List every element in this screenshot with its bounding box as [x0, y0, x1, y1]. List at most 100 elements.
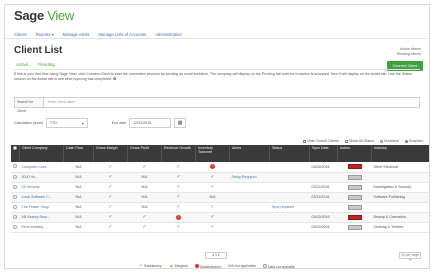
name-cell[interactable]: Computer Cent...: [19, 162, 64, 173]
legend-label: Data not available: [267, 264, 296, 269]
column-header[interactable]: Status: [269, 145, 310, 162]
action-cell: [337, 212, 372, 223]
industry-cell: Beauty & Cosmetics: [371, 212, 429, 223]
row-select-icon[interactable]: [13, 204, 17, 209]
cash-cell: N/A: [63, 162, 94, 173]
row-select-cell: [11, 202, 20, 213]
cash-cell: N/A: [63, 222, 94, 233]
select-all-icon[interactable]: [13, 146, 17, 150]
name-cell[interactable]: AB Beauty Broo...: [19, 212, 64, 223]
cash-cell: N/A: [63, 182, 94, 193]
row-select-icon[interactable]: [13, 214, 17, 219]
industry-cell: [371, 172, 429, 183]
column-header[interactable]: Revenue Growth: [161, 145, 196, 162]
name-cell[interactable]: Local Software C...: [19, 192, 64, 203]
sage-view-logo[interactable]: Sage View: [14, 8, 74, 23]
action-alert-icon[interactable]: [347, 164, 362, 170]
gp-cell: N/A: [127, 192, 162, 203]
alerts-cell: [229, 182, 270, 193]
action-icon[interactable]: [347, 224, 362, 230]
inv-cell: N/A: [195, 192, 230, 203]
column-header[interactable]: Action: [337, 145, 372, 162]
legend-label: Unsatisfactory: [199, 264, 222, 269]
gp-cell: N/A: [127, 172, 162, 183]
show-status-option[interactable]: Show All Status: [345, 139, 374, 143]
status-cell: [269, 182, 310, 193]
numbers-option[interactable]: Numbers: [380, 139, 399, 143]
column-header[interactable]: Cash Flow: [63, 145, 94, 162]
client-counts: Active clients Pending clients: [397, 47, 421, 57]
action-icon[interactable]: [347, 194, 362, 200]
action-cell: [337, 192, 372, 203]
action-alert-icon[interactable]: [347, 214, 362, 220]
column-header[interactable]: Alerts: [229, 145, 270, 162]
name-cell[interactable]: Price Industry: [19, 222, 64, 233]
nav-reports[interactable]: Reports ▾: [36, 32, 54, 37]
legend-label: Marginal: [174, 264, 188, 268]
sync-cell: [309, 202, 338, 213]
hide-closed-option[interactable]: Hide Closed Clients: [303, 139, 339, 143]
client-table: Client Company Cash Flow Gross Margin Gr…: [11, 145, 429, 233]
cash-cell: N/A: [63, 212, 94, 223]
alerts-cell: Setup Required: [229, 172, 270, 183]
calendar-icon[interactable]: ▦: [174, 118, 187, 128]
pending-clients-count: Pending clients: [396, 52, 421, 56]
inv-cell: ✓: [195, 182, 230, 193]
nav-administration[interactable]: Administration: [155, 32, 182, 37]
pagination[interactable]: ◂ 1 ▸: [205, 252, 227, 259]
alerts-cell: [229, 192, 270, 203]
sync-cell: 03/02/2016: [309, 162, 338, 173]
alert-circle-icon: [194, 263, 199, 268]
search-input[interactable]: Enter client name: [44, 97, 420, 108]
action-cell: [337, 202, 372, 213]
legend-item: N/A Not applicable: [228, 264, 256, 268]
name-cell[interactable]: The Flower Shop: [19, 202, 64, 213]
cash-cell: N/A: [63, 192, 94, 203]
column-header[interactable]: Gross Margin: [93, 145, 128, 162]
action-icon[interactable]: [347, 174, 362, 180]
action-icon[interactable]: [347, 204, 362, 210]
table-row[interactable]: AB Beauty Broo... N/A ✓ ✓! ✓ 03/02/2016 Beauty…: [11, 212, 429, 223]
table-row[interactable]: Price Industry N/A ✓ ✓ ✓ ✓ 03/02/2016 Clothing …: [11, 222, 429, 233]
inv-cell: ✓: [195, 172, 230, 183]
status-cell: [269, 172, 310, 183]
column-header[interactable]: Gross Profit: [127, 145, 162, 162]
table-header-row: Client Company Cash Flow Gross Margin Gr…: [11, 145, 429, 162]
calculation-period-select[interactable]: YTD ▾: [45, 118, 88, 128]
row-select-icon[interactable]: [13, 184, 17, 189]
filter-row: Calculation period YTD ▾ End date 12/31/…: [14, 118, 187, 128]
table-row[interactable]: The Flower Shop N/A ✓ N/A ✓ ✓ Sync required: [11, 202, 429, 213]
empty-circle-icon: [263, 263, 268, 268]
nav-clients[interactable]: Clients: [14, 32, 27, 37]
table-row[interactable]: Computer Cent... N/A ✓ ✓ ✓! 03/02/2016 Other E…: [11, 162, 429, 173]
row-select-icon[interactable]: [13, 224, 17, 229]
row-select-icon[interactable]: [13, 164, 17, 169]
page-size-select[interactable]: 10 per page ▾: [399, 252, 421, 262]
name-cell[interactable]: 3000 Ho...: [19, 172, 64, 183]
end-date-label: End date: [111, 121, 127, 125]
action-cell: [337, 222, 372, 233]
calculation-period-label: Calculation period: [14, 121, 43, 125]
radio-selected-icon: [404, 139, 408, 143]
column-header[interactable]: Sync Date: [309, 145, 338, 162]
end-date-input[interactable]: 12/31/2015: [129, 118, 172, 128]
alerts-cell: [229, 222, 270, 233]
column-header[interactable]: Industry: [371, 145, 429, 162]
nav-manage-alerts[interactable]: Manage Alerts: [63, 32, 90, 37]
row-select-cell: [11, 222, 20, 233]
table-row[interactable]: 3000 Ho... N/A ✓ N/A ✓ ✓ Setup Required: [11, 172, 429, 183]
action-icon[interactable]: [347, 184, 362, 190]
table-row[interactable]: Local Software C... N/A ✓ N/A ✓ N/A 03/11/2016…: [11, 192, 429, 203]
column-header[interactable]: Inventory Turnover: [195, 145, 230, 162]
info-text: If this is your first time using Sage Vi…: [14, 72, 412, 81]
row-select-icon[interactable]: [13, 174, 17, 179]
nav-manage-lists[interactable]: Manage Lists of Accounts: [99, 32, 147, 37]
graphics-option[interactable]: Graphics: [404, 139, 423, 143]
cash-cell: N/A: [63, 172, 94, 183]
column-header[interactable]: Client Company: [19, 145, 64, 162]
name-cell[interactable]: 2A Security: [19, 182, 64, 193]
table-row[interactable]: 2A Security N/A ✓ N/A ✓ ✓ 03/11/2016 Investigat…: [11, 182, 429, 193]
gm-cell: ✓: [93, 222, 128, 233]
status-cell: Sync required: [269, 202, 310, 213]
row-select-icon[interactable]: [13, 194, 17, 199]
